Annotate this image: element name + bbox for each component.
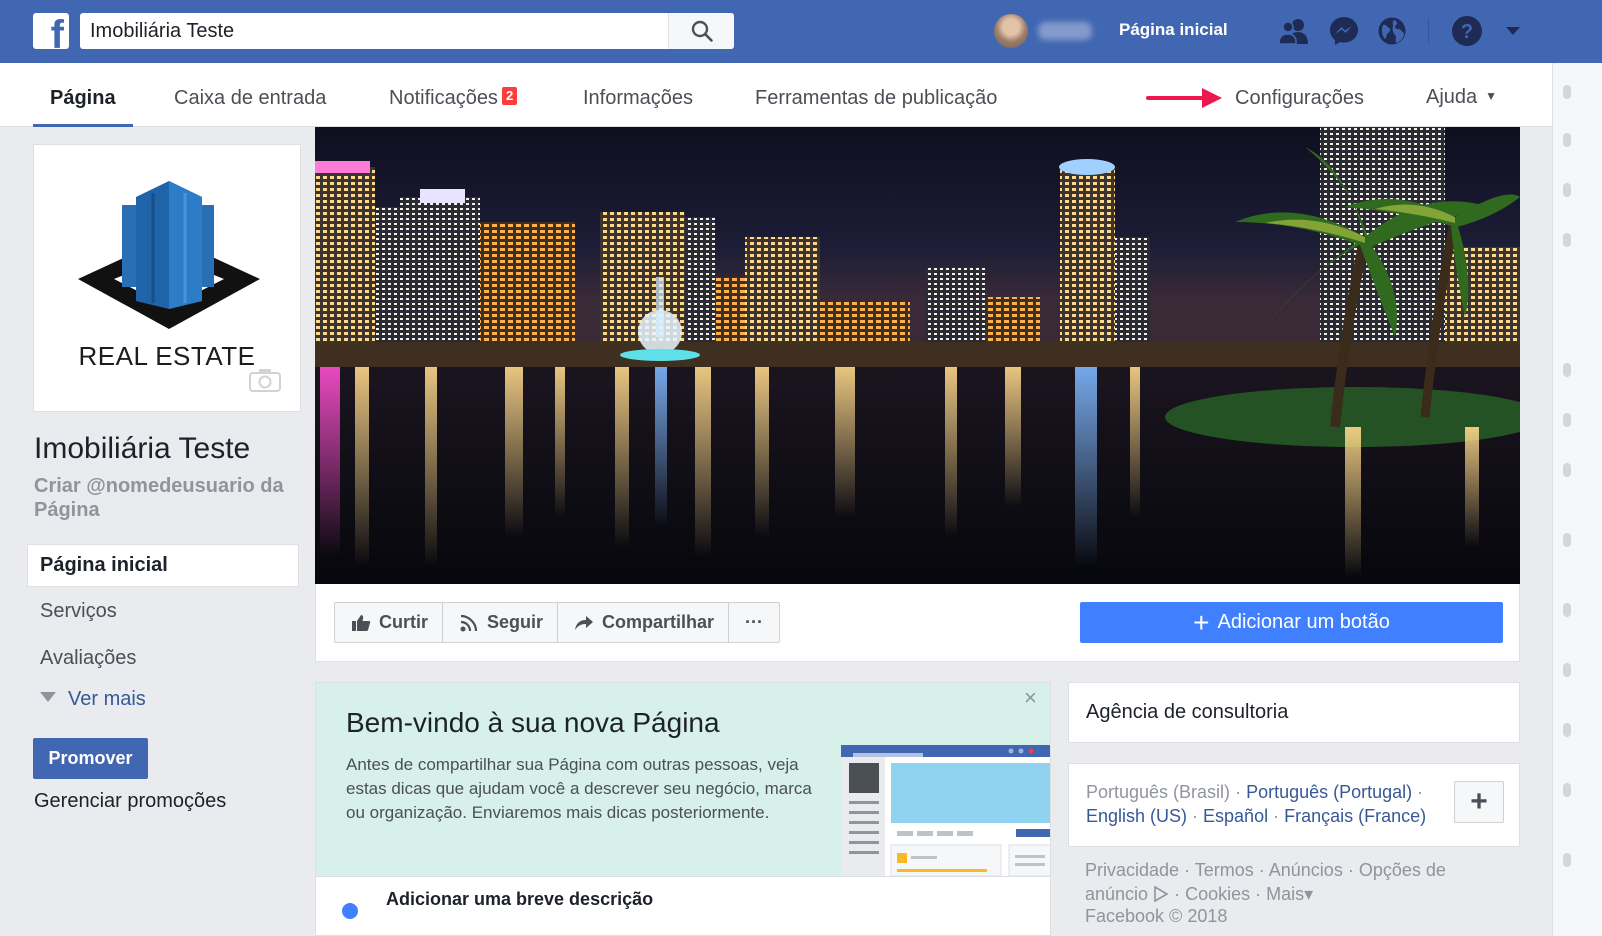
footer-link[interactable]: Privacidade [1085,860,1179,880]
language-card: Português (Brasil) · Português (Portugal… [1068,763,1520,847]
see-more-link[interactable]: Ver mais [40,688,146,711]
top-bar: f Página inicial [0,0,1602,63]
language-sep: · [1412,782,1424,802]
footer-link[interactable]: Mais [1266,884,1304,904]
rss-icon [460,614,478,631]
camera-icon[interactable] [248,367,282,393]
cover-photo[interactable] [315,127,1520,584]
page-preview-illustration-icon [841,745,1050,876]
tab-settings[interactable]: Configurações [1235,63,1364,126]
messenger-icon[interactable] [1327,15,1361,47]
welcome-body: Antes de compartilhar sua Página com out… [346,755,812,822]
tab-help[interactable]: Ajuda ▼ [1426,63,1497,126]
help-caret-icon: ▼ [1485,89,1498,103]
footer-links: Privacidade · Termos · Anúncios · Opções… [1085,860,1446,904]
welcome-title: Bem-vindo à sua nova Página [346,707,720,738]
language-list: Português (Brasil) · Português (Portugal… [1086,780,1446,828]
help-icon[interactable]: ? [1450,15,1484,47]
left-nav-home[interactable]: Página inicial [27,544,299,587]
like-label: Curtir [379,612,428,632]
add-language-button[interactable]: + [1454,781,1504,823]
friends-icon[interactable] [1277,15,1311,47]
language-sep: · [1187,806,1204,826]
page-actions-bar: Curtir Seguir Compartilhar ··· + Adiciona… [315,584,1520,662]
plus-icon: + [1193,606,1210,638]
avatar[interactable] [994,14,1028,48]
see-more-label: Ver mais [68,688,146,710]
tab-publishing-tools[interactable]: Ferramentas de publicação [755,63,997,126]
more-options-button[interactable]: ··· [729,603,779,642]
tab-notifications-label: Notificações [389,87,498,109]
chevron-down-icon [40,692,56,702]
share-label: Compartilhar [602,612,715,632]
city-skyline-night-photo [315,127,1520,584]
footer-link[interactable]: Anúncios [1269,860,1343,880]
add-button-cta[interactable]: + Adicionar um botão [1080,602,1503,643]
tip-row[interactable]: Adicionar uma breve descrição [316,876,1050,935]
language-option[interactable]: Português (Portugal) [1246,782,1412,802]
create-username-link[interactable]: Criar @nomedeusuario da Página [34,474,302,522]
facebook-logo-icon[interactable]: f [33,13,69,49]
caret-down-icon[interactable] [1496,15,1530,47]
left-nav-services[interactable]: Serviços [40,600,117,623]
welcome-card: Bem-vindo à sua nova Página Antes de com… [315,682,1051,936]
search-box [80,13,734,49]
left-nav-reviews[interactable]: Avaliações [40,647,136,670]
ad-choices-icon [1154,885,1169,903]
close-icon[interactable]: × [1024,685,1037,711]
language-sep: · [1230,782,1247,802]
search-input[interactable] [80,13,666,49]
lightbulb-icon [342,903,358,919]
share-button[interactable]: Compartilhar [558,603,730,642]
notification-badge: 2 [501,87,518,105]
home-link[interactable]: Página inicial [1119,20,1228,40]
tip-title: Adicionar uma breve descrição [386,889,654,909]
search-button[interactable] [668,13,734,49]
tab-notifications[interactable]: Notificações 2 [389,63,518,126]
profile-picture[interactable]: REAL ESTATE [33,144,301,412]
language-current: Português (Brasil) [1086,782,1231,802]
topbar-separator [1428,18,1429,44]
footer-link[interactable]: Cookies [1185,884,1250,904]
like-button[interactable]: Curtir [335,603,443,642]
manage-promotions-link[interactable]: Gerenciar promoções [34,790,226,813]
tab-insights[interactable]: Informações [583,63,693,126]
language-option[interactable]: English (US) [1086,806,1187,826]
thumbs-up-icon [352,614,371,631]
page-nav: Página Caixa de entrada Notificações 2 In… [0,63,1552,127]
add-button-label: Adicionar um botão [1217,611,1390,633]
globe-icon[interactable] [1375,15,1409,47]
search-icon [691,20,713,42]
tab-inbox[interactable]: Caixa de entrada [174,63,326,126]
page-title: Imobiliária Teste [34,432,251,465]
copyright: Facebook © 2018 [1085,906,1228,926]
annotation-arrow-icon [1146,88,1222,108]
language-option[interactable]: Français (France) [1284,806,1426,826]
svg-text:?: ? [1461,21,1473,43]
action-button-group: Curtir Seguir Compartilhar ··· [334,602,781,643]
follow-label: Seguir [487,612,544,632]
footer-link[interactable]: Termos [1195,860,1254,880]
follow-button[interactable]: Seguir [443,603,559,642]
tab-help-label: Ajuda [1426,86,1478,108]
real-estate-logo-icon [78,181,260,329]
right-scroll-strip [1552,63,1602,936]
page-category: Agência de consultoria [1068,682,1520,743]
share-arrow-icon [575,615,594,630]
language-option[interactable]: Español [1203,806,1268,826]
language-sep: · [1268,806,1285,826]
tab-page[interactable]: Página [33,63,133,127]
more-caret-icon: ▾ [1304,884,1314,904]
promote-button[interactable]: Promover [33,738,148,779]
blurred-profile-name[interactable] [1038,22,1092,40]
